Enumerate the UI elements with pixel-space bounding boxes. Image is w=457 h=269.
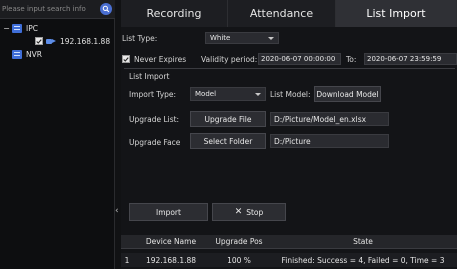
tree-node-label: IPC: [26, 23, 38, 33]
tree-node-label: 192.168.1.88: [60, 36, 111, 46]
tab-recording[interactable]: Recording: [121, 0, 228, 27]
check-icon: [123, 56, 129, 62]
tree-node-device[interactable]: 192.168.1.88: [35, 35, 110, 47]
stop-button-label: Stop: [246, 207, 264, 217]
tab-bar: Recording Attendance List Import: [121, 0, 457, 27]
search-bar: [0, 0, 115, 19]
validity-to-field[interactable]: 2020-06-07 23:59:59: [364, 53, 457, 65]
list-type-value: White: [210, 34, 231, 42]
tab-attendance[interactable]: Attendance: [228, 0, 336, 27]
tree-node-nvr[interactable]: NVR: [12, 48, 42, 60]
list-import-title: List Import: [129, 72, 170, 81]
column-header[interactable]: State: [269, 237, 457, 246]
to-label: To:: [346, 55, 357, 64]
validity-period-label: Validity period:: [201, 55, 258, 64]
upgrade-file-path: D:/Picture/Model_en.xlsx: [274, 114, 367, 124]
list-type-select[interactable]: White: [205, 32, 279, 44]
server-icon: [12, 23, 22, 33]
upgrade-pos-cell: 100 %: [227, 255, 251, 265]
upgrade-list-label: Upgrade List:: [129, 115, 180, 124]
download-model-button[interactable]: Download Model: [314, 86, 381, 102]
device-name-cell: 192.168.1.88: [145, 255, 197, 265]
validity-from-value: 2020-06-07 00:00:00: [261, 55, 336, 63]
validity-from-field[interactable]: 2020-06-07 00:00:00: [258, 53, 341, 65]
chevron-down-icon: [255, 93, 261, 96]
list-import-section: List Import Import Type: Model List Mode…: [124, 68, 455, 221]
list-model-label: List Model:: [270, 90, 311, 99]
search-input[interactable]: [2, 3, 98, 15]
import-button[interactable]: Import: [129, 203, 208, 221]
tree-node-ipc[interactable]: − IPC: [3, 22, 38, 34]
never-expires-label: Never Expires: [134, 55, 187, 64]
face-folder-path-input[interactable]: D:/Picture: [270, 134, 389, 148]
upgrade-file-button[interactable]: Upgrade File: [190, 111, 266, 127]
column-header[interactable]: Device Name: [133, 237, 209, 246]
stop-button[interactable]: ✕ Stop: [212, 203, 286, 221]
tree-node-label: NVR: [26, 49, 42, 59]
upgrade-face-label: Upgrade Face: [129, 138, 181, 147]
search-icon: [102, 5, 110, 13]
server-icon: [12, 49, 22, 59]
table-row[interactable]: 1 192.168.1.88 100 % Finished: Success =…: [121, 253, 457, 267]
import-type-value: Model: [195, 90, 217, 98]
device-checkbox[interactable]: [35, 37, 43, 45]
never-expires-checkbox[interactable]: [122, 55, 130, 63]
camera-icon: [46, 38, 56, 45]
table-header-row: Device Name Upgrade Pos State: [121, 235, 457, 249]
collapse-icon[interactable]: −: [3, 24, 10, 33]
row-index: 1: [124, 255, 130, 265]
close-icon: ✕: [234, 207, 243, 217]
state-cell: Finished: Success = 4, Failed = 0, Time …: [281, 255, 445, 265]
select-folder-button[interactable]: Select Folder: [190, 133, 266, 149]
tab-list-import[interactable]: List Import: [336, 0, 457, 27]
validity-to-value: 2020-06-07 23:59:59: [367, 55, 442, 63]
column-header[interactable]: Upgrade Pos: [209, 237, 269, 246]
import-type-label: Import Type:: [129, 90, 177, 99]
import-type-select[interactable]: Model: [190, 87, 266, 101]
device-tree-panel: − IPC 192.168.1.88 NVR: [0, 0, 115, 269]
upgrade-file-path-input[interactable]: D:/Picture/Model_en.xlsx: [270, 112, 389, 126]
main-panel: Recording Attendance List Import List Ty…: [121, 0, 457, 269]
import-status-table: Device Name Upgrade Pos State 1 192.168.…: [121, 235, 457, 267]
list-type-label: List Type:: [122, 34, 158, 43]
chevron-down-icon: [268, 37, 274, 40]
face-folder-path: D:/Picture: [274, 136, 311, 146]
check-icon: [36, 38, 42, 44]
search-button[interactable]: [100, 3, 112, 15]
